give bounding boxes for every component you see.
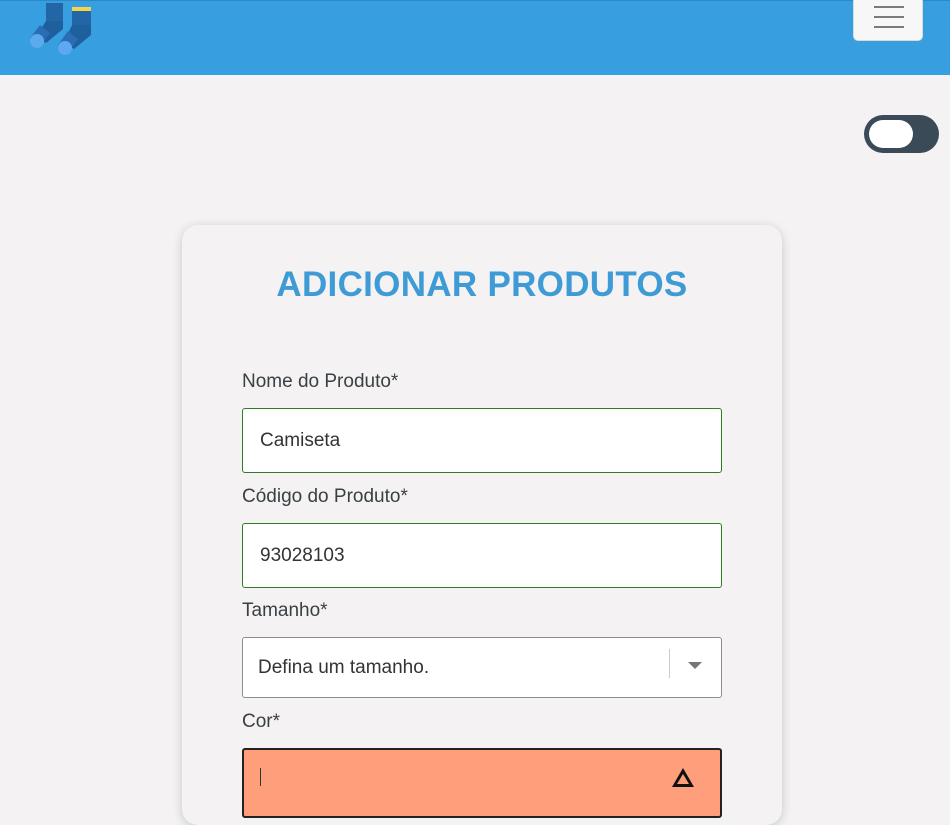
product-name-label: Nome do Produto* xyxy=(242,371,399,392)
size-select-value: Defina um tamanho. xyxy=(258,656,430,678)
chevron-down-icon[interactable] xyxy=(688,662,702,669)
size-select[interactable]: Defina um tamanho. xyxy=(242,637,722,698)
size-label: Tamanho* xyxy=(242,600,328,621)
product-code-input[interactable]: 93028103 xyxy=(242,523,722,588)
theme-toggle-switch[interactable] xyxy=(864,115,939,153)
select-separator xyxy=(669,649,670,678)
hamburger-menu-button[interactable] xyxy=(853,0,923,41)
color-input[interactable] xyxy=(242,748,722,818)
add-product-card: ADICIONAR PRODUTOS Nome do Produto* Cami… xyxy=(182,225,782,825)
top-navbar xyxy=(0,0,950,75)
warning-icon xyxy=(672,768,694,787)
color-label: Cor* xyxy=(242,711,281,732)
toggle-knob xyxy=(869,120,913,148)
hamburger-menu-icon xyxy=(874,6,904,8)
product-code-label: Código do Produto* xyxy=(242,486,408,507)
page-title: ADICIONAR PRODUTOS xyxy=(276,265,688,304)
text-cursor xyxy=(260,768,261,786)
socks-logo-icon[interactable] xyxy=(28,3,94,57)
product-name-input[interactable]: Camiseta xyxy=(242,408,722,473)
